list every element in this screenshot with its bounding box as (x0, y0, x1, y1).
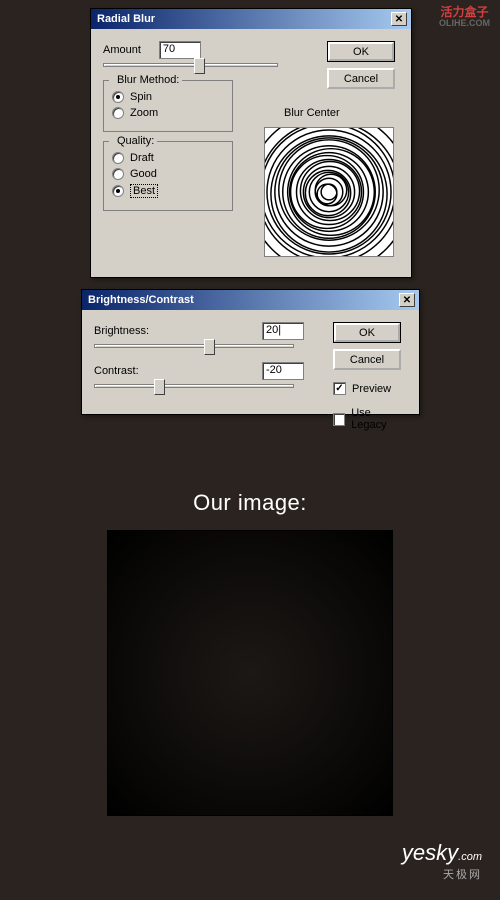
brightness-slider[interactable] (94, 344, 294, 348)
blur-center-preview[interactable] (264, 127, 394, 257)
legacy-checkbox-row[interactable]: Use Legacy (333, 407, 405, 431)
brightness-input[interactable]: 20| (262, 322, 304, 340)
slider-thumb[interactable] (194, 58, 205, 74)
spin-radio-row[interactable]: Spin (112, 91, 224, 103)
quality-fieldset: Quality: Draft Good Best (103, 142, 233, 211)
watermark-bottom: yesky.com 天极网 (402, 840, 482, 882)
page-heading: Our image: (0, 490, 500, 516)
ok-button[interactable]: OK (333, 322, 401, 343)
radial-blur-dialog: Radial Blur ✕ OK Cancel Amount 70 Blur M… (90, 8, 412, 278)
good-radio-row[interactable]: Good (112, 168, 224, 180)
contrast-slider[interactable] (94, 384, 294, 388)
contrast-label: Contrast: (94, 365, 139, 377)
cancel-button[interactable]: Cancel (327, 68, 395, 89)
radial-title: Radial Blur (97, 13, 155, 25)
brightness-label: Brightness: (94, 325, 149, 337)
result-preview-image (107, 530, 393, 816)
amount-slider[interactable] (103, 63, 278, 67)
watermark-top: 活力盒子 OLIHE.COM (439, 6, 490, 29)
contrast-input[interactable]: -20 (262, 362, 304, 380)
radio-icon[interactable] (112, 168, 124, 180)
radio-icon[interactable] (112, 107, 124, 119)
cancel-button[interactable]: Cancel (333, 349, 401, 370)
slider-thumb[interactable] (154, 379, 165, 395)
checkbox-icon[interactable] (333, 413, 345, 426)
radial-titlebar[interactable]: Radial Blur ✕ (91, 9, 411, 29)
close-icon[interactable]: ✕ (399, 293, 415, 307)
ok-button[interactable]: OK (327, 41, 395, 62)
amount-input[interactable]: 70 (159, 41, 201, 59)
brightness-contrast-dialog: Brightness/Contrast ✕ OK Cancel Preview … (81, 289, 420, 415)
slider-thumb[interactable] (204, 339, 215, 355)
zoom-radio-row[interactable]: Zoom (112, 107, 224, 119)
radio-icon[interactable] (112, 152, 124, 164)
blur-center-label: Blur Center (284, 107, 340, 119)
radio-icon[interactable] (112, 185, 124, 197)
checkbox-icon[interactable] (333, 382, 346, 395)
best-radio-row[interactable]: Best (112, 184, 224, 198)
radio-icon[interactable] (112, 91, 124, 103)
preview-checkbox-row[interactable]: Preview (333, 382, 405, 395)
bc-titlebar[interactable]: Brightness/Contrast ✕ (82, 290, 419, 310)
close-icon[interactable]: ✕ (391, 12, 407, 26)
draft-radio-row[interactable]: Draft (112, 152, 224, 164)
bc-title: Brightness/Contrast (88, 294, 194, 306)
amount-label: Amount (103, 44, 141, 56)
blur-method-fieldset: Blur Method: Spin Zoom (103, 81, 233, 132)
